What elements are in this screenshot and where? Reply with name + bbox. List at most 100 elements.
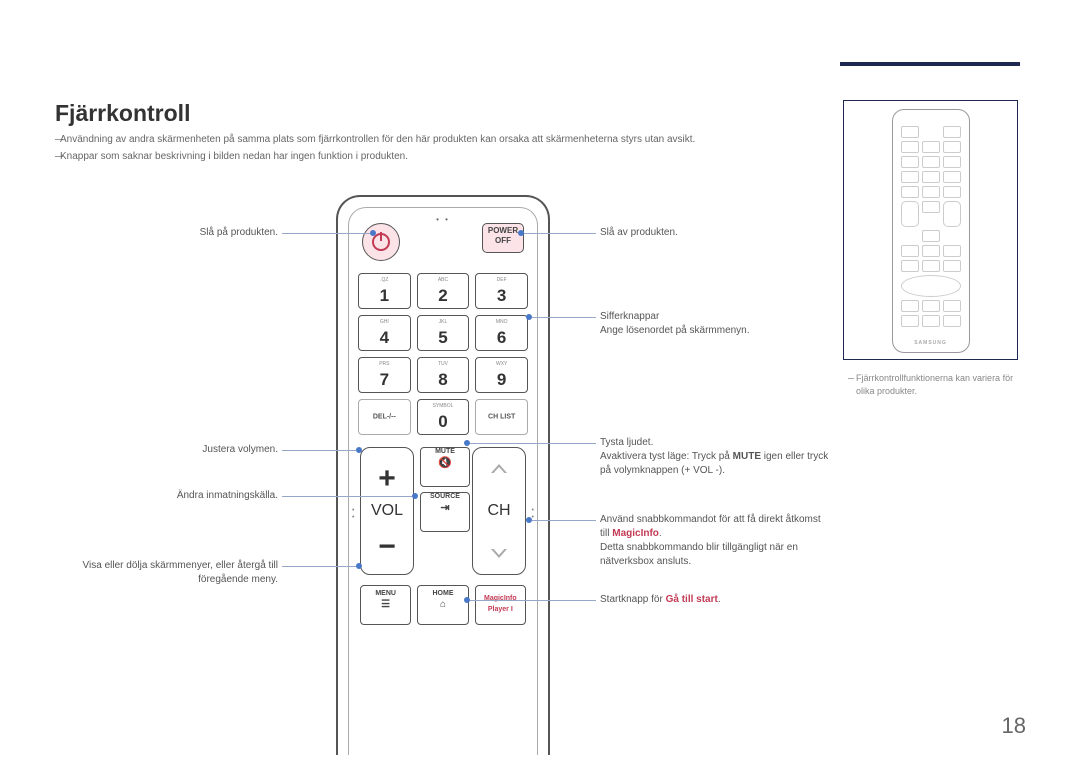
remote-control: • • POWER OFF .QZ1 ABC2 DEF3 GHI4 JKL5 M… (336, 195, 550, 755)
digit-keypad: .QZ1 ABC2 DEF3 GHI4 JKL5 MNO6 PRS7 TUV8 … (358, 273, 528, 435)
mini-key (901, 260, 919, 272)
home-button[interactable]: HOME ⌂ (417, 585, 468, 625)
mini-key (922, 300, 940, 312)
mute-label: MUTE (421, 448, 469, 455)
leader-dot (464, 440, 470, 446)
leader-dot (356, 563, 362, 569)
key-5[interactable]: JKL5 (417, 315, 470, 351)
callout-home-a: Startknapp för (600, 594, 666, 605)
mini-remote-keys (901, 126, 961, 327)
leader-dot (412, 493, 418, 499)
mini-key (922, 156, 940, 168)
key-7[interactable]: PRS7 (358, 357, 411, 393)
mini-key (922, 141, 940, 153)
key-chlist[interactable]: CH LIST (475, 399, 528, 435)
volume-up-icon: + (361, 462, 413, 496)
power-off-line2: OFF (483, 236, 523, 246)
mini-key (943, 186, 961, 198)
callout-digits: Sifferknappar Ange lösenordet på skärmme… (600, 310, 820, 338)
leader-dot (526, 517, 532, 523)
power-icon (372, 233, 390, 251)
key-4[interactable]: GHI4 (358, 315, 411, 351)
key-9[interactable]: WXY9 (475, 357, 528, 393)
mini-key (901, 126, 919, 138)
source-label: SOURCE (421, 493, 469, 500)
callout-volume: Justera volymen. (100, 443, 278, 457)
note-1: Användning av andra skärmenheten på samm… (60, 134, 695, 145)
leader (282, 233, 370, 234)
key-1[interactable]: .QZ1 (358, 273, 411, 309)
leader (470, 443, 596, 444)
callout-magicinfo: Använd snabbkommandot för att få direkt … (600, 513, 830, 569)
mute-button[interactable]: MUTE 🔇 (420, 447, 470, 487)
page-number: 18 (1002, 713, 1026, 739)
leader (524, 233, 596, 234)
callout-source: Ändra inmatningskälla. (100, 489, 278, 503)
key-symbol-0[interactable]: SYMBOL0 (417, 399, 470, 435)
mini-dpad (901, 275, 961, 297)
callout-power-off: Slå av produkten. (600, 226, 820, 240)
home-icon: ⌂ (418, 599, 467, 610)
callout-home: Startknapp för Gå till start. (600, 593, 830, 607)
mini-key (922, 260, 940, 272)
mini-key (901, 186, 919, 198)
callout-power-on: Slå på produkten. (100, 226, 278, 240)
magicinfo-line1: MagicInfo (476, 593, 525, 604)
mute-icon: 🔇 (421, 456, 469, 469)
key-2[interactable]: ABC2 (417, 273, 470, 309)
mini-key (901, 315, 919, 327)
volume-label: VOL (361, 502, 413, 520)
mini-key (943, 260, 961, 272)
key-6[interactable]: MNO6 (475, 315, 528, 351)
menu-label: MENU (361, 590, 410, 597)
magicinfo-button[interactable]: MagicInfo Player I (475, 585, 526, 625)
leader (532, 317, 596, 318)
note-2: Knappar som saknar beskrivning i bilden … (60, 151, 408, 162)
power-off-line1: POWER (483, 226, 523, 236)
mini-key (943, 245, 961, 257)
mini-key (922, 230, 940, 242)
mini-key (901, 141, 919, 153)
callout-menu: Visa eller dölja skärmmenyer, eller åter… (60, 559, 278, 587)
mini-key (943, 156, 961, 168)
mini-key (943, 126, 961, 138)
page-title: Fjärrkontroll (55, 100, 190, 127)
mini-key (943, 300, 961, 312)
callout-mute-2a: Avaktivera tyst läge: Tryck på (600, 451, 733, 462)
menu-icon: ☰ (361, 599, 410, 610)
callout-mute-1: Tysta ljudet. (600, 437, 653, 448)
volume-rocker[interactable]: + VOL − (360, 447, 414, 575)
mini-remote-panel: SAMSUNG (843, 100, 1018, 360)
mini-key (901, 156, 919, 168)
source-icon: ⇥ (421, 501, 469, 514)
leader-dot (518, 230, 524, 236)
channel-rocker[interactable]: CH (472, 447, 526, 575)
leader-dot (464, 597, 470, 603)
leader-dot (356, 447, 362, 453)
magicinfo-line2: Player I (476, 604, 525, 615)
leader (282, 450, 356, 451)
key-3[interactable]: DEF3 (475, 273, 528, 309)
power-off-button[interactable]: POWER OFF (482, 223, 524, 253)
key-del[interactable]: DEL-/-- (358, 399, 411, 435)
callout-mute-bold: MUTE (733, 451, 761, 462)
mini-key (901, 201, 919, 227)
menu-button[interactable]: MENU ☰ (360, 585, 411, 625)
ir-emitter-dots: • • (436, 215, 450, 224)
mini-key (922, 186, 940, 198)
leader-dot (526, 314, 532, 320)
mini-key (922, 315, 940, 327)
power-on-button[interactable] (362, 223, 400, 261)
key-8[interactable]: TUV8 (417, 357, 470, 393)
callout-magic-accent: MagicInfo (612, 528, 659, 539)
mini-note-dash (848, 378, 854, 379)
channel-down-icon (491, 549, 507, 558)
mini-key (943, 315, 961, 327)
volume-down-icon: − (361, 530, 413, 564)
mini-brand: SAMSUNG (893, 340, 969, 346)
source-button[interactable]: SOURCE ⇥ (420, 492, 470, 532)
callout-magic-2: Detta snabbkommando blir tillgängligt nä… (600, 542, 798, 567)
home-label: HOME (418, 590, 467, 597)
mini-key (943, 171, 961, 183)
channel-up-icon (491, 464, 507, 473)
